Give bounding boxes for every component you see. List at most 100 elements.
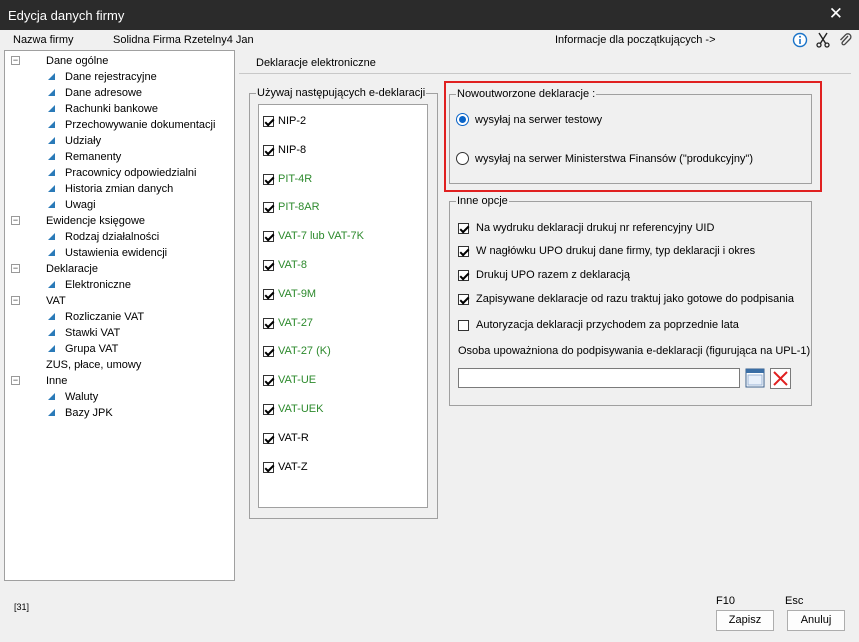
title-bar: Edycja danych firmy ✕: [0, 0, 859, 30]
declaration-checkbox[interactable]: [263, 288, 274, 300]
paperclip-icon[interactable]: [837, 32, 853, 48]
tree-leaf-icon: [48, 409, 55, 416]
tree-item[interactable]: Rozliczanie VAT: [65, 309, 144, 325]
cancel-shortcut: Esc: [785, 595, 804, 607]
tree-item[interactable]: VAT: [46, 293, 66, 309]
tree-leaf-icon: [48, 185, 55, 192]
declaration-checkbox[interactable]: [263, 375, 274, 387]
declaration-checkbox[interactable]: [263, 173, 274, 185]
tree-leaf-icon: [48, 137, 55, 144]
tree-item[interactable]: Bazy JPK: [65, 405, 113, 421]
tree-leaf-icon: [48, 121, 55, 128]
option-label[interactable]: Zapisywane deklaracje od razu traktuj ja…: [476, 293, 794, 305]
tree-item[interactable]: Rodzaj działalności: [65, 229, 159, 245]
declarations-legend: Używaj następujących e-deklaracji: [257, 87, 426, 99]
declaration-label[interactable]: VAT-Z: [278, 461, 308, 473]
declaration-checkbox[interactable]: [263, 317, 274, 329]
option-label[interactable]: W nagłówku UPO drukuj dane firmy, typ de…: [476, 245, 755, 257]
declarations-list[interactable]: NIP-2 NIP-8 PIT-4R PIT-8AR VAT-7 lub VAT-7K V…: [258, 104, 428, 508]
other-options-legend: Inne opcje: [457, 195, 508, 207]
option-checkbox[interactable]: [458, 320, 469, 331]
option-checkbox[interactable]: [458, 270, 469, 281]
declaration-checkbox[interactable]: [263, 432, 274, 444]
tree-item[interactable]: ZUS, płace, umowy: [46, 357, 141, 373]
tree-item[interactable]: Historia zmian danych: [65, 181, 173, 197]
declaration-checkbox[interactable]: [263, 346, 274, 358]
tree-leaf-icon: [48, 249, 55, 256]
option-label[interactable]: Autoryzacja deklaracji przychodem za pop…: [476, 319, 739, 331]
declaration-checkbox[interactable]: [263, 260, 274, 271]
window-title: Edycja danych firmy: [8, 8, 125, 23]
declaration-checkbox[interactable]: [263, 144, 274, 156]
declaration-label[interactable]: VAT-UE: [278, 374, 316, 386]
panel-title: Deklaracje elektroniczne: [256, 57, 376, 69]
declaration-label[interactable]: VAT-UEK: [278, 403, 323, 415]
option-label[interactable]: Na wydruku deklaracji drukuj nr referenc…: [476, 222, 714, 234]
tree-item[interactable]: Dane ogólne: [46, 53, 108, 69]
tree-item[interactable]: Ustawienia ewidencji: [65, 245, 167, 261]
tree-leaf-icon: [48, 105, 55, 112]
clear-icon[interactable]: [770, 368, 791, 389]
tree-item[interactable]: Dane adresowe: [65, 85, 142, 101]
tree-item[interactable]: Pracownicy odpowiedzialni: [65, 165, 196, 181]
tree-item[interactable]: Rachunki bankowe: [65, 101, 158, 117]
declaration-label[interactable]: VAT-R: [278, 432, 309, 444]
signer-input[interactable]: [458, 368, 740, 388]
declaration-label[interactable]: PIT-4R: [278, 173, 312, 185]
declaration-label[interactable]: PIT-8AR: [278, 201, 320, 213]
info-icon[interactable]: [792, 32, 808, 48]
tree-item[interactable]: Grupa VAT: [65, 341, 118, 357]
scissors-icon[interactable]: [815, 32, 831, 48]
tree-collapse-icon[interactable]: −: [11, 56, 20, 65]
tree-leaf-icon: [48, 73, 55, 80]
save-button[interactable]: Zapisz: [716, 610, 774, 631]
option-label[interactable]: Drukuj UPO razem z deklaracją: [476, 269, 630, 281]
tree-item[interactable]: Inne: [46, 373, 67, 389]
tree-leaf-icon: [48, 153, 55, 160]
declaration-checkbox[interactable]: [263, 202, 274, 214]
declaration-checkbox[interactable]: [263, 404, 274, 415]
signer-label: Osoba upoważniona do podpisywania e-dekl…: [458, 345, 811, 357]
tree-item[interactable]: Dane rejestracyjne: [65, 69, 157, 85]
declaration-checkbox[interactable]: [263, 231, 274, 243]
declaration-label[interactable]: NIP-8: [278, 144, 306, 156]
calendar-picker-icon[interactable]: [745, 368, 765, 388]
tree-leaf-icon: [48, 329, 55, 336]
save-shortcut: F10: [716, 595, 735, 607]
tree-item[interactable]: Stawki VAT: [65, 325, 120, 341]
tree-leaf-icon: [48, 281, 55, 288]
tree-collapse-icon[interactable]: −: [11, 216, 20, 225]
tree-item[interactable]: Udziały: [65, 133, 101, 149]
tree-item[interactable]: Remanenty: [65, 149, 121, 165]
tree-leaf-icon: [48, 233, 55, 240]
declaration-label[interactable]: VAT-8: [278, 259, 307, 271]
settings-tree[interactable]: − Dane ogólne Dane rejestracyjne Dane adres…: [4, 50, 235, 581]
declaration-label[interactable]: NIP-2: [278, 115, 306, 127]
option-checkbox[interactable]: [458, 223, 469, 234]
tree-item[interactable]: Deklaracje: [46, 261, 98, 277]
tree-collapse-icon[interactable]: −: [11, 376, 20, 385]
cancel-button[interactable]: Anuluj: [787, 610, 845, 631]
tree-item[interactable]: Przechowywanie dokumentacji: [65, 117, 215, 133]
tree-collapse-icon[interactable]: −: [11, 264, 20, 273]
tree-leaf-icon: [48, 393, 55, 400]
tree-leaf-icon: [48, 201, 55, 208]
declaration-label[interactable]: VAT-7 lub VAT-7K: [278, 230, 364, 242]
option-checkbox[interactable]: [458, 294, 469, 305]
option-checkbox[interactable]: [458, 246, 469, 257]
declaration-label[interactable]: VAT-9M: [278, 288, 316, 300]
tree-collapse-icon[interactable]: −: [11, 296, 20, 305]
close-icon[interactable]: ✕: [829, 4, 843, 24]
company-header: Nazwa firmy Solidna Firma Rzetelny4 Jan …: [0, 30, 859, 50]
declaration-checkbox[interactable]: [263, 116, 274, 127]
tree-item[interactable]: Waluty: [65, 389, 98, 405]
tree-item[interactable]: Ewidencje księgowe: [46, 213, 145, 229]
tree-leaf-icon: [48, 89, 55, 96]
footer-code: [31]: [14, 602, 30, 612]
beginners-link[interactable]: Informacje dla początkujących ->: [555, 34, 716, 46]
declaration-checkbox[interactable]: [263, 461, 274, 473]
declaration-label[interactable]: VAT-27: [278, 317, 313, 329]
tree-item[interactable]: Uwagi: [65, 197, 96, 213]
declaration-label[interactable]: VAT-27 (K): [278, 345, 331, 357]
tree-item[interactable]: Elektroniczne: [65, 277, 131, 293]
